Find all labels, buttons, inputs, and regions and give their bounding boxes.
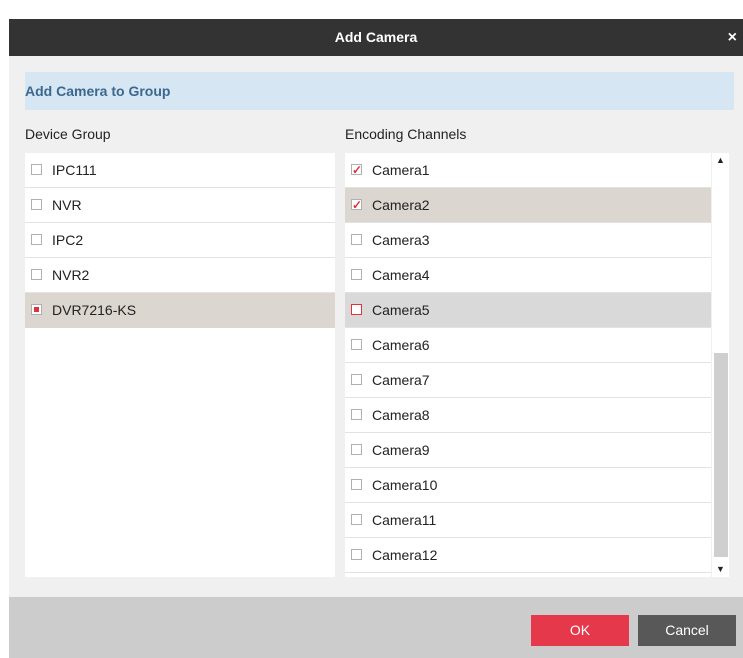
channel-item-label: Camera4 <box>372 267 430 283</box>
device-group-item[interactable]: NVR <box>25 188 335 223</box>
checkbox-icon[interactable] <box>351 374 362 385</box>
channel-item-label: Camera9 <box>372 442 430 458</box>
close-icon[interactable]: × <box>728 19 737 56</box>
cancel-button[interactable]: Cancel <box>638 615 736 646</box>
device-group-item-label: IPC2 <box>52 232 84 248</box>
channel-item-label: Camera7 <box>372 372 430 388</box>
channel-item[interactable]: Camera4 <box>345 258 711 293</box>
device-group-item-label: IPC111 <box>52 162 97 178</box>
device-group-item[interactable]: IPC2 <box>25 223 335 258</box>
channels-scrollbar[interactable]: ▲ ▼ <box>712 153 729 577</box>
device-group-item-label: NVR2 <box>52 267 90 283</box>
partial-checkbox-icon[interactable] <box>31 304 42 315</box>
channel-item-label: Camera2 <box>372 197 430 213</box>
channel-item[interactable]: Camera6 <box>345 328 711 363</box>
checkbox-icon[interactable] <box>351 514 362 525</box>
device-group-label: Device Group <box>25 126 111 142</box>
channel-item[interactable]: Camera12 <box>345 538 711 573</box>
checkbox-icon[interactable] <box>351 304 362 315</box>
checkbox-icon[interactable] <box>351 549 362 560</box>
device-group-item-label: DVR7216-KS <box>52 302 137 318</box>
channel-item[interactable]: Camera7 <box>345 363 711 398</box>
add-camera-dialog: Add Camera × Add Camera to Group Device … <box>0 0 743 658</box>
device-group-item[interactable]: NVR2 <box>25 258 335 293</box>
channel-item[interactable]: Camera9 <box>345 433 711 468</box>
device-group-item-selected[interactable]: DVR7216-KS <box>25 293 335 328</box>
channel-item[interactable]: Camera3 <box>345 223 711 258</box>
checkbox-icon[interactable] <box>31 234 42 245</box>
checkbox-icon[interactable] <box>351 234 362 245</box>
section-title: Add Camera to Group <box>25 83 171 99</box>
scroll-up-icon[interactable]: ▲ <box>712 153 729 168</box>
dialog-title: Add Camera <box>334 29 418 45</box>
channel-item-label: Camera1 <box>372 162 430 178</box>
channel-item-label: Camera5 <box>372 302 430 318</box>
channel-item[interactable]: Camera11 <box>345 503 711 538</box>
checked-checkbox-icon[interactable] <box>351 153 362 188</box>
channel-item[interactable]: Camera8 <box>345 398 711 433</box>
dialog-body: Add Camera to Group Device Group Encodin… <box>9 56 743 597</box>
encoding-channels-label: Encoding Channels <box>345 126 467 142</box>
channel-item[interactable]: Camera1 <box>345 153 711 188</box>
section-banner: Add Camera to Group <box>25 72 734 110</box>
scroll-down-icon[interactable]: ▼ <box>712 562 729 577</box>
device-group-list: IPC111 NVR IPC2 NVR2 DVR7216-KS <box>25 153 335 577</box>
channel-item[interactable]: Camera10 <box>345 468 711 503</box>
scroll-thumb[interactable] <box>714 353 728 557</box>
channel-item-hover[interactable]: Camera5 <box>345 293 711 328</box>
checkbox-icon[interactable] <box>351 479 362 490</box>
channel-item-label: Camera6 <box>372 337 430 353</box>
channel-item-label: Camera8 <box>372 407 430 423</box>
checkbox-icon[interactable] <box>31 269 42 280</box>
checkbox-icon[interactable] <box>351 409 362 420</box>
checkbox-icon[interactable] <box>351 444 362 455</box>
checkbox-icon[interactable] <box>351 339 362 350</box>
channel-item-label: Camera3 <box>372 232 430 248</box>
title-bar: Add Camera × <box>9 19 743 56</box>
channel-item-label: Camera10 <box>372 477 438 493</box>
ok-button[interactable]: OK <box>531 615 629 646</box>
channel-item-label: Camera11 <box>372 512 437 528</box>
checkbox-icon[interactable] <box>351 269 362 280</box>
checkbox-icon[interactable] <box>31 164 42 175</box>
checkbox-icon[interactable] <box>31 199 42 210</box>
encoding-channels-list: Camera1 Camera2 Camera3 Camera4 Camera5 … <box>345 153 711 577</box>
channel-item-selected[interactable]: Camera2 <box>345 188 711 223</box>
device-group-item[interactable]: IPC111 <box>25 153 335 188</box>
device-group-item-label: NVR <box>52 197 82 213</box>
channel-item-label: Camera12 <box>372 547 438 563</box>
checked-checkbox-icon[interactable] <box>351 188 362 223</box>
